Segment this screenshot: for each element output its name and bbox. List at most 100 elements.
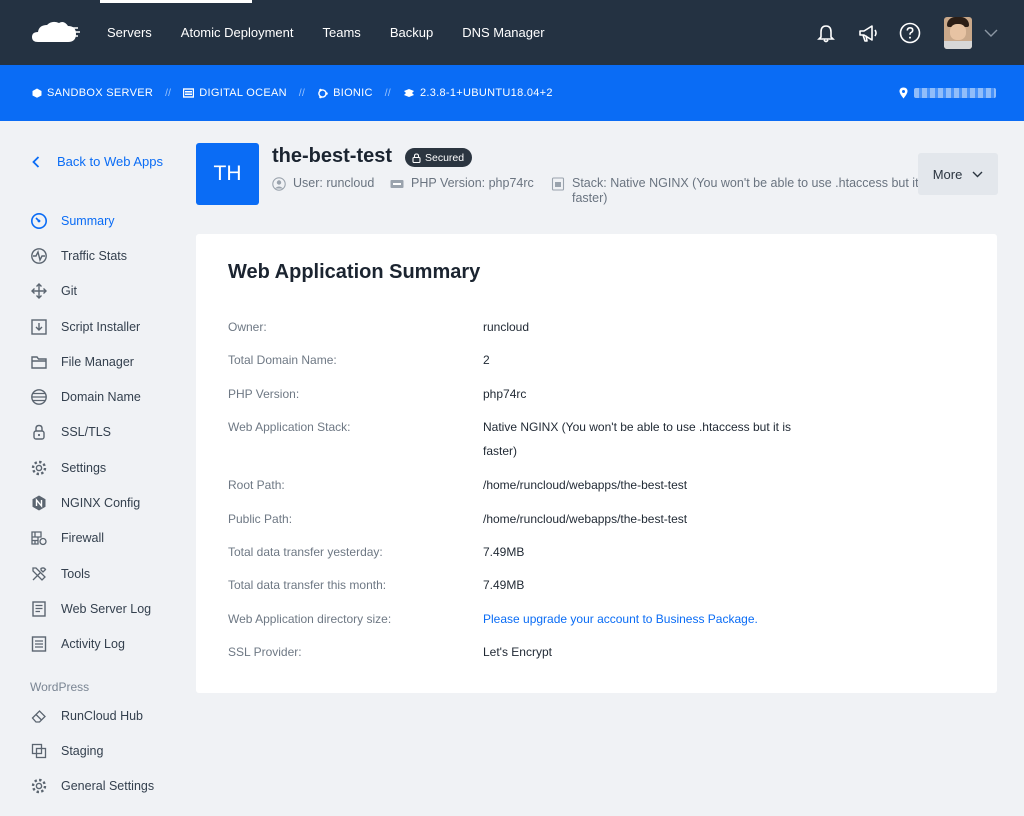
chevron-down-icon bbox=[972, 171, 983, 177]
server-info-bar: SANDBOX SERVER // DIGITAL OCEAN // BIONI… bbox=[0, 65, 1024, 121]
sidebar-item-script-installer[interactable]: Script Installer bbox=[30, 309, 154, 344]
server-name[interactable]: SANDBOX SERVER bbox=[32, 87, 153, 99]
page-title: the-best-test bbox=[272, 145, 393, 167]
top-navbar: Servers Atomic Deployment Teams Backup D… bbox=[0, 0, 1024, 65]
summary-value: Native NGINX (You won't be able to use .… bbox=[483, 420, 792, 459]
server-provider-label: DIGITAL OCEAN bbox=[199, 87, 287, 99]
sidebar-item-activity-log[interactable]: Activity Log bbox=[30, 627, 154, 662]
summary-card: Web Application Summary Owner: runcloud T… bbox=[196, 234, 997, 693]
sidebar-item-label: NGINX Config bbox=[61, 496, 141, 511]
sidebar-item-label: Settings bbox=[61, 460, 107, 475]
folder-icon bbox=[30, 353, 48, 371]
app-initials-avatar: TH bbox=[196, 143, 259, 205]
sidebar-item-staging[interactable]: Staging bbox=[30, 733, 154, 768]
server-ip bbox=[899, 65, 996, 121]
nginx-icon bbox=[30, 494, 48, 512]
summary-key: PHP Version: bbox=[228, 386, 300, 401]
secured-badge-label: Secured bbox=[425, 151, 465, 164]
sidebar-item-web-server-log[interactable]: Web Server Log bbox=[30, 591, 154, 626]
runcloud-logo-icon[interactable] bbox=[30, 18, 80, 46]
sidebar-item-label: Traffic Stats bbox=[61, 248, 127, 263]
nav-dns-manager[interactable]: DNS Manager bbox=[462, 25, 544, 40]
sidebar-item-runcloud-hub[interactable]: RunCloud Hub bbox=[30, 698, 154, 733]
help-icon[interactable] bbox=[898, 21, 922, 45]
sidebar-item-label: Web Server Log bbox=[61, 601, 152, 616]
secured-badge: Secured bbox=[405, 148, 473, 167]
server-os-label: BIONIC bbox=[333, 87, 373, 99]
nav-teams[interactable]: Teams bbox=[323, 25, 361, 40]
sidebar-item-file-manager[interactable]: File Manager bbox=[30, 344, 154, 379]
back-to-web-apps-link[interactable]: Back to Web Apps bbox=[32, 154, 163, 169]
meta-php-label: PHP Version: php74rc bbox=[411, 176, 534, 190]
summary-row-public-path: Public Path: /home/runcloud/webapps/the-b… bbox=[228, 510, 823, 543]
ubuntu-icon bbox=[318, 88, 328, 98]
eraser-icon bbox=[30, 707, 48, 725]
bell-icon[interactable] bbox=[814, 21, 838, 45]
more-button[interactable]: More bbox=[918, 153, 998, 195]
summary-table: Owner: runcloud Total Domain Name: 2 PHP V… bbox=[228, 318, 823, 677]
summary-value: /home/runcloud/webapps/the-best-test bbox=[483, 511, 688, 526]
sidebar-item-domain-name[interactable]: Domain Name bbox=[30, 379, 154, 414]
sidebar-item-label: Tools bbox=[61, 566, 91, 581]
log-icon bbox=[30, 635, 48, 653]
redacted-ip bbox=[914, 88, 996, 98]
summary-row-php: PHP Version: php74rc bbox=[228, 385, 823, 418]
copy-icon bbox=[30, 742, 48, 760]
server-provider: DIGITAL OCEAN bbox=[183, 87, 287, 99]
sidebar-item-label: Domain Name bbox=[61, 390, 141, 405]
summary-key: Total Domain Name: bbox=[228, 353, 337, 368]
chevron-left-icon bbox=[32, 155, 40, 168]
meta-user-label: User: runcloud bbox=[293, 176, 375, 190]
summary-value: php74rc bbox=[483, 386, 527, 401]
back-link-label: Back to Web Apps bbox=[57, 154, 163, 169]
sidebar-item-label: Git bbox=[61, 284, 77, 299]
sidebar-item-ssl-tls[interactable]: SSL/TLS bbox=[30, 415, 154, 450]
location-pin-icon bbox=[899, 87, 908, 99]
git-icon bbox=[30, 282, 48, 300]
nav-servers[interactable]: Servers bbox=[107, 25, 152, 40]
sidebar-item-label: Script Installer bbox=[61, 319, 141, 334]
sidebar-item-label: Firewall bbox=[61, 531, 105, 546]
globe-icon bbox=[30, 388, 48, 406]
download-box-icon bbox=[30, 318, 48, 336]
summary-row-domains: Total Domain Name: 2 bbox=[228, 351, 823, 384]
summary-key: Total data transfer this month: bbox=[228, 578, 387, 593]
separator: // bbox=[165, 87, 172, 99]
megaphone-icon[interactable] bbox=[856, 21, 880, 45]
summary-row-transfer-yesterday: Total data transfer yesterday: 7.49MB bbox=[228, 543, 823, 576]
summary-key: Owner: bbox=[228, 320, 267, 334]
nav-backup[interactable]: Backup bbox=[390, 25, 433, 40]
summary-key: Root Path: bbox=[228, 478, 285, 493]
sidebar-item-traffic-stats[interactable]: Traffic Stats bbox=[30, 238, 154, 273]
sidebar: Back to Web Apps Summary Traffic Stats G… bbox=[0, 121, 180, 816]
summary-row-directory-size: Web Application directory size: Please up… bbox=[228, 610, 823, 643]
summary-key: Web Application directory size: bbox=[228, 611, 392, 626]
sidebar-item-summary[interactable]: Summary bbox=[30, 203, 154, 238]
summary-value: 2 bbox=[483, 353, 490, 368]
gear-icon bbox=[30, 459, 48, 477]
sidebar-item-general-settings[interactable]: General Settings bbox=[30, 768, 154, 803]
server-os: BIONIC bbox=[317, 87, 373, 99]
php-icon bbox=[390, 180, 404, 188]
cube-icon bbox=[32, 88, 42, 98]
more-button-label: More bbox=[932, 166, 963, 182]
summary-value: 7.49MB bbox=[483, 544, 525, 559]
meta-php: PHP Version: php74rc bbox=[390, 176, 534, 191]
sidebar-item-tools[interactable]: Tools bbox=[30, 556, 154, 591]
sidebar-item-nginx-config[interactable]: NGINX Config bbox=[30, 485, 154, 520]
nav-atomic-deployment[interactable]: Atomic Deployment bbox=[181, 25, 294, 40]
summary-row-transfer-month: Total data transfer this month: 7.49MB bbox=[228, 576, 823, 609]
meta-user: User: runcloud bbox=[272, 176, 374, 191]
sidebar-item-git[interactable]: Git bbox=[30, 274, 154, 309]
section-label-wordpress: WordPress bbox=[30, 679, 90, 694]
summary-row-root-path: Root Path: /home/runcloud/webapps/the-bes… bbox=[228, 476, 823, 509]
meta-stack-label: Stack: Native NGINX (You won't be able t… bbox=[572, 176, 932, 205]
sidebar-item-settings[interactable]: Settings bbox=[30, 450, 154, 485]
chevron-down-icon[interactable] bbox=[984, 26, 998, 40]
summary-value: 7.49MB bbox=[483, 578, 525, 593]
upgrade-account-link[interactable]: Please upgrade your account to Business … bbox=[483, 607, 823, 631]
sidebar-item-firewall[interactable]: Firewall bbox=[30, 521, 154, 556]
summary-row-ssl-provider: SSL Provider: Let's Encrypt bbox=[228, 643, 823, 676]
agent-version: 2.3.8-1+UBUNTU18.04+2 bbox=[403, 87, 553, 99]
user-avatar[interactable] bbox=[944, 16, 972, 49]
